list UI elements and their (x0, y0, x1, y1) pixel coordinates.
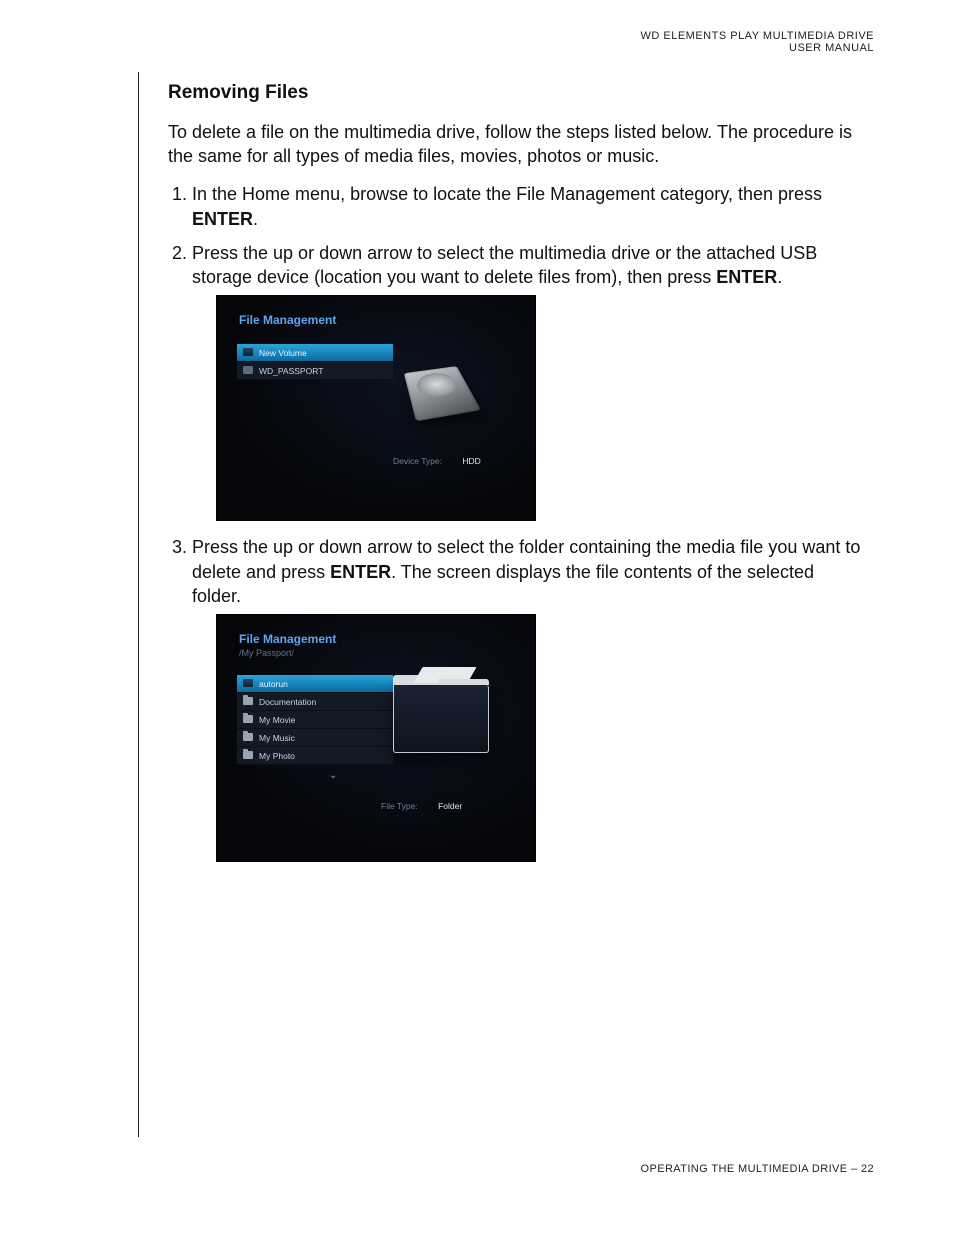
drive-icon (243, 348, 253, 356)
drive-icon (243, 679, 253, 687)
doc-subtitle: USER MANUAL (641, 42, 875, 54)
folder-list: autorun Documentation My Movie My Music (237, 675, 393, 765)
step-1: In the Home menu, browse to locate the F… (192, 182, 868, 231)
device-info: Device Type: HDD (393, 456, 481, 467)
screenshot-title: File Management (239, 312, 336, 328)
main-content: Removing Files To delete a file on the m… (168, 80, 868, 876)
screenshot-folder-select: File Management /My Passport/ autorun Do… (216, 614, 536, 862)
folder-paper (413, 667, 476, 683)
enter-key: ENTER (716, 267, 777, 287)
folder-item-my-music[interactable]: My Music (237, 729, 393, 747)
folder-item-my-movie[interactable]: My Movie (237, 711, 393, 729)
step-3: Press the up or down arrow to select the… (192, 535, 868, 862)
enter-key: ENTER (330, 562, 391, 582)
section-heading: Removing Files (168, 80, 868, 106)
hdd-graphic (404, 366, 481, 421)
folder-icon (243, 751, 253, 759)
page-footer: OPERATING THE MULTIMEDIA DRIVE – 22 (641, 1163, 874, 1175)
folder-icon (243, 697, 253, 705)
enter-key: ENTER (192, 209, 253, 229)
folder-icon (243, 733, 253, 741)
folder-item-documentation[interactable]: Documentation (237, 693, 393, 711)
screenshot-title: File Management (239, 631, 336, 647)
file-info: File Type: Folder (381, 801, 462, 812)
breadcrumb-path: /My Passport/ (239, 647, 294, 659)
folder-item-autorun[interactable]: autorun (237, 675, 393, 693)
step-2: Press the up or down arrow to select the… (192, 241, 868, 522)
device-list: New Volume WD_PASSPORT (237, 344, 393, 380)
usb-icon (243, 366, 253, 374)
chevron-down-icon[interactable]: ⌄ (329, 769, 337, 783)
page-header: WD ELEMENTS PLAY MULTIMEDIA DRIVE USER M… (641, 30, 875, 54)
device-item-new-volume[interactable]: New Volume (237, 344, 393, 362)
device-item-wd-passport[interactable]: WD_PASSPORT (237, 362, 393, 380)
folder-graphic (393, 685, 489, 753)
intro-paragraph: To delete a file on the multimedia drive… (168, 120, 868, 169)
folder-item-my-photo[interactable]: My Photo (237, 747, 393, 765)
doc-title: WD ELEMENTS PLAY MULTIMEDIA DRIVE (641, 30, 875, 42)
folder-icon (243, 715, 253, 723)
screenshot-device-select: File Management New Volume WD_PASSPORT D… (216, 295, 536, 521)
vertical-rule (138, 72, 139, 1137)
page-number: 22 (861, 1163, 874, 1175)
